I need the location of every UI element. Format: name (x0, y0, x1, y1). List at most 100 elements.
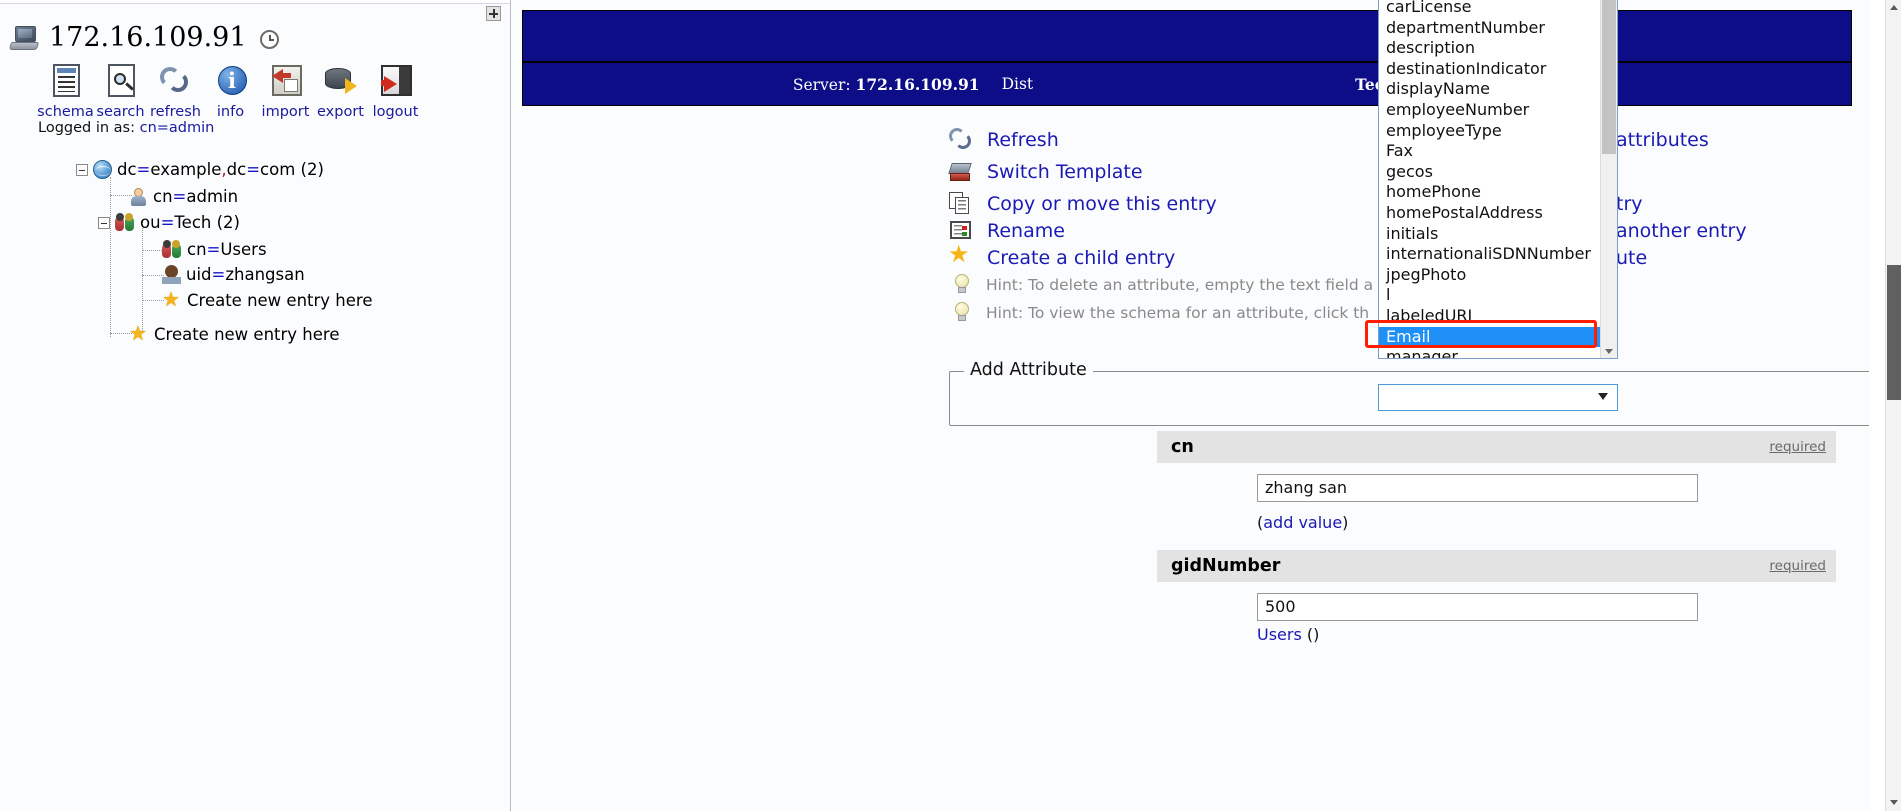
main-panel: Server: 172.16.109.91 Dist Tech,dc=examp… (512, 0, 1901, 811)
server-info-label: Server: (792, 75, 851, 94)
attribute-required-badge[interactable]: required (1769, 558, 1826, 574)
server-info: Server: 172.16.109.91 (793, 75, 980, 94)
toolbar-refresh-button[interactable]: refresh (148, 62, 203, 120)
dropdown-option[interactable]: employeeNumber (1379, 100, 1617, 121)
dropdown-option[interactable]: displayName (1379, 79, 1617, 100)
attribute-select-dropdown[interactable]: carLicense departmentNumber description … (1378, 0, 1618, 359)
right-link-attributes[interactable]: attributes (1616, 129, 1709, 151)
dropdown-option[interactable]: homePostalAddress (1379, 203, 1617, 224)
search-icon (101, 62, 141, 100)
scroll-up-arrow[interactable] (1886, 0, 1901, 16)
dropdown-option[interactable]: jpegPhoto (1379, 265, 1617, 286)
toolbar-schema-button[interactable]: schema (37, 62, 94, 120)
attribute-input-cn[interactable]: zhang san (1257, 474, 1698, 502)
tree-line (110, 177, 111, 337)
page-scrollbar-thumb[interactable] (1887, 265, 1901, 400)
sidebar-toolbar: schema search refresh info import export (37, 62, 423, 120)
attribute-required-badge[interactable]: required (1769, 439, 1826, 455)
dropdown-option[interactable]: employeeType (1379, 121, 1617, 142)
bulb-icon (952, 302, 972, 324)
logout-icon (376, 62, 416, 100)
dropdown-option[interactable]: gecos (1379, 162, 1617, 183)
dropdown-option[interactable]: carLicense (1379, 0, 1617, 18)
tree-item-cn-users[interactable]: cn=Users (145, 240, 267, 259)
export-icon (321, 62, 361, 100)
dropdown-option[interactable]: manager (1379, 347, 1617, 358)
tree-item-create-entry-child[interactable]: Create new entry here (145, 287, 372, 311)
expand-sidebar-button[interactable] (486, 6, 501, 21)
server-ip-label: 172.16.109.91 (49, 22, 247, 53)
tree-expander-icon[interactable] (76, 163, 88, 176)
toolbar-search-button[interactable]: search (93, 62, 148, 120)
dropdown-option[interactable]: destinationIndicator (1379, 59, 1617, 80)
tree-item-label: Create new entry here (154, 325, 340, 344)
dropdown-option[interactable]: initials (1379, 224, 1617, 245)
toolbar-schema-label: schema (37, 104, 94, 120)
clock-icon[interactable] (259, 29, 279, 49)
refresh-icon (156, 62, 196, 100)
tree-item-label: cn=Users (187, 240, 267, 259)
schema-icon (46, 62, 86, 100)
action-switch-template[interactable]: Switch Template (948, 160, 1143, 184)
right-link-another-entry[interactable]: another entry (1616, 220, 1747, 242)
sidebar-top-divider (0, 0, 510, 4)
add-attribute-legend: Add Attribute (964, 360, 1093, 380)
dropdown-option[interactable]: labeledURI (1379, 306, 1617, 327)
logged-in-prefix: Logged in as: (38, 120, 140, 136)
toolbar-logout-button[interactable]: logout (368, 62, 423, 120)
toolbar-search-label: search (96, 104, 145, 120)
right-link-attribute[interactable]: ute (1616, 247, 1647, 269)
switch-template-icon (948, 160, 973, 184)
tree-item-label: dc=example,dc=com (2) (117, 160, 324, 179)
attribute-header-gidnumber: gidNumber required (1157, 550, 1836, 582)
import-icon (266, 62, 306, 100)
dn-label: Dist (1001, 75, 1034, 93)
bulb-icon (952, 274, 972, 296)
attribute-add-value-cn[interactable]: (add value) (1257, 513, 1348, 532)
server-info-value: 172.16.109.91 (855, 74, 980, 94)
hint-delete-attribute: Hint: To delete an attribute, empty the … (952, 274, 1373, 296)
action-rename-label: Rename (987, 220, 1065, 242)
tree-item-uid-zhangsan[interactable]: uid=zhangsan (145, 265, 305, 284)
tree-expander-icon[interactable] (98, 216, 110, 229)
dropdown-scroll-down-arrow[interactable] (1602, 343, 1616, 358)
tree-item-ou-tech[interactable]: ou=Tech (2) (98, 213, 240, 232)
globe-icon (93, 160, 112, 179)
tree-line (142, 221, 143, 333)
tree-item-dc-example[interactable]: dc=example,dc=com (2) (76, 160, 324, 179)
dropdown-option[interactable]: homePhone (1379, 182, 1617, 203)
logged-in-status: Logged in as: cn=admin (38, 120, 214, 136)
attribute-users-link-gidnumber[interactable]: Users () (1257, 625, 1319, 644)
tree-item-create-entry-root[interactable]: Create new entry here (112, 321, 340, 345)
action-create-child[interactable]: Create a child entry (948, 240, 1175, 270)
dropdown-option[interactable]: description (1379, 38, 1617, 59)
tree-item-label: ou=Tech (2) (140, 213, 240, 232)
page-scrollbar[interactable] (1885, 0, 1901, 811)
dropdown-scrollbar-thumb[interactable] (1602, 0, 1616, 154)
action-refresh[interactable]: Refresh (949, 128, 1059, 152)
add-value-label: add value (1263, 513, 1343, 532)
attribute-name: gidNumber (1171, 556, 1281, 576)
tree-item-label: uid=zhangsan (186, 265, 305, 284)
toolbar-info-button[interactable]: info (203, 62, 258, 120)
tree-item-label: cn=admin (153, 187, 239, 206)
action-copy-move[interactable]: Copy or move this entry (949, 192, 1217, 216)
attribute-name: cn (1171, 437, 1194, 457)
dropdown-option[interactable]: internationaliSDNNumber (1379, 244, 1617, 265)
dropdown-scrollbar[interactable] (1600, 0, 1617, 358)
attribute-select-control[interactable] (1378, 384, 1618, 411)
right-link-entry[interactable]: try (1616, 193, 1643, 215)
toolbar-import-button[interactable]: import (258, 62, 313, 120)
toolbar-export-button[interactable]: export (313, 62, 368, 120)
users-link-label: Users (1257, 625, 1302, 644)
dropdown-option[interactable]: Fax (1379, 141, 1617, 162)
attribute-input-gidnumber[interactable]: 500 (1257, 593, 1698, 621)
action-copy-move-label: Copy or move this entry (987, 193, 1217, 215)
scroll-down-arrow[interactable] (1886, 795, 1901, 811)
dropdown-option[interactable]: l (1379, 285, 1617, 306)
tree-item-cn-admin[interactable]: cn=admin (112, 187, 238, 206)
dropdown-option-selected[interactable]: Email (1379, 326, 1617, 348)
action-refresh-label: Refresh (987, 129, 1059, 151)
user-icon (162, 265, 181, 284)
dropdown-option[interactable]: departmentNumber (1379, 18, 1617, 39)
